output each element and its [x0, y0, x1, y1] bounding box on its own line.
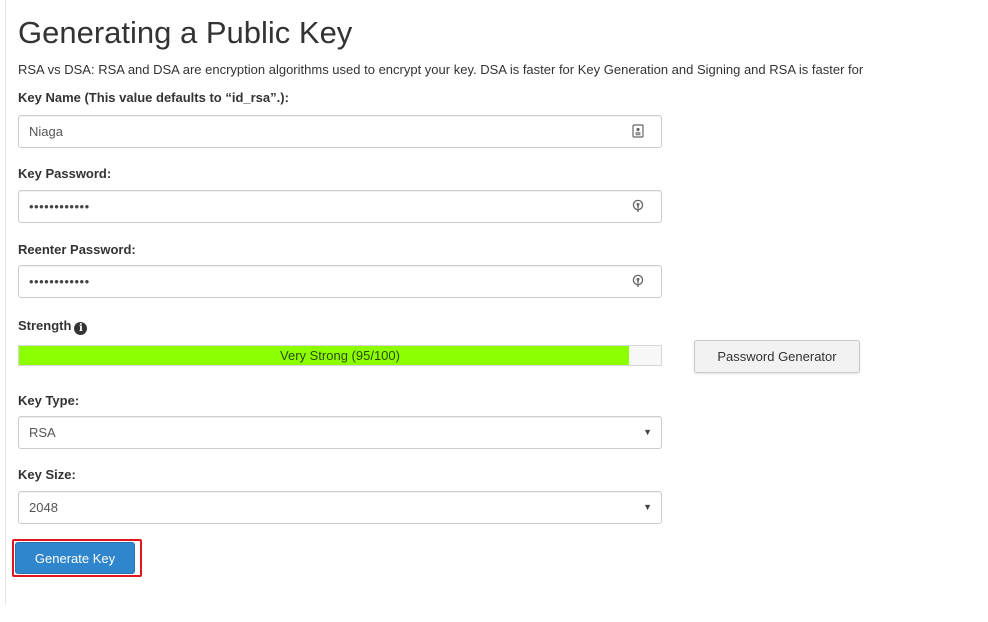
- key-password-field[interactable]: ••••••••••••: [18, 190, 662, 223]
- content-left-border: [5, 0, 6, 604]
- key-type-select[interactable]: RSA ▼: [18, 416, 662, 449]
- key-type-selected: RSA: [29, 425, 56, 440]
- info-icon[interactable]: i: [74, 322, 88, 335]
- key-size-label: Key Size:: [18, 467, 76, 482]
- id-card-icon: [631, 124, 645, 138]
- generate-key-button[interactable]: Generate Key: [15, 542, 135, 574]
- strength-label-row: Strength i: [18, 318, 88, 335]
- page-description: RSA vs DSA: RSA and DSA are encryption a…: [18, 62, 864, 77]
- key-size-selected: 2048: [29, 500, 58, 515]
- strength-meter-text: Very Strong (95/100): [280, 348, 400, 363]
- caret-down-icon: ▼: [643, 427, 652, 437]
- page-title: Generating a Public Key: [18, 15, 353, 50]
- reenter-password-field[interactable]: ••••••••••••: [18, 265, 662, 298]
- reenter-password-value: ••••••••••••: [29, 274, 90, 289]
- key-type-label: Key Type:: [18, 393, 80, 408]
- key-icon: [631, 274, 645, 288]
- key-name-label: Key Name (This value defaults to “id_rsa…: [18, 90, 289, 105]
- key-size-select[interactable]: 2048 ▼: [18, 491, 662, 524]
- key-icon: [631, 199, 645, 213]
- strength-meter: Very Strong (95/100): [18, 345, 662, 366]
- key-password-label: Key Password:: [18, 166, 112, 181]
- key-name-input[interactable]: [29, 116, 619, 147]
- caret-down-icon: ▼: [643, 502, 652, 512]
- reenter-password-label: Reenter Password:: [18, 242, 136, 257]
- key-password-value: ••••••••••••: [29, 199, 90, 214]
- strength-label: Strength: [18, 318, 72, 333]
- key-name-field[interactable]: [18, 115, 662, 148]
- password-generator-button[interactable]: Password Generator: [694, 340, 860, 373]
